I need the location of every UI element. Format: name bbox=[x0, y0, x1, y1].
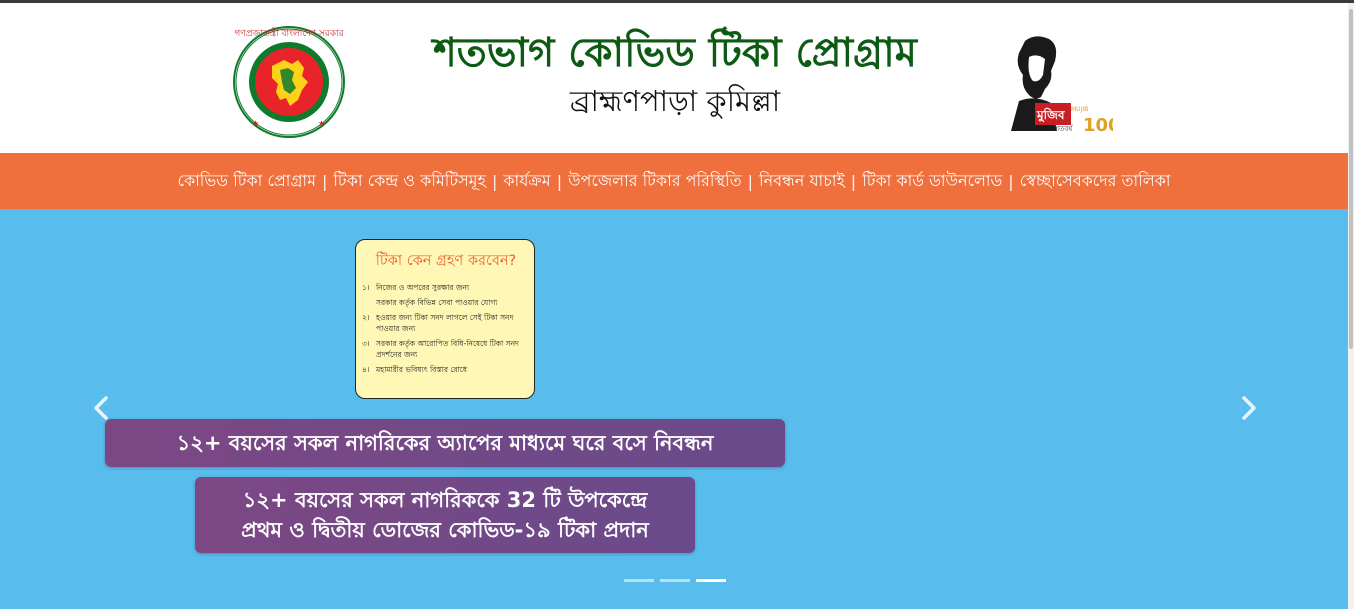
carousel-indicator-3[interactable] bbox=[696, 579, 726, 582]
nav-separator: | bbox=[850, 171, 857, 191]
card-title: টিকা কেন গ্রহণ করবেন? bbox=[375, 253, 517, 269]
nav-item-activities[interactable]: কার্যক্রম bbox=[503, 168, 550, 195]
nav-item-volunteer-list[interactable]: স্বেচ্ছাসেবকদের তালিকা bbox=[1020, 168, 1171, 195]
card-list-item: ২। হওয়ার জন্য টিকা সনদ লাগলে সেই টিকা সন… bbox=[362, 312, 530, 334]
card-item-text: নিজের ও অপরের সুরক্ষার জন্য bbox=[376, 283, 470, 292]
page-title: শতভাগ কোভিড টিকা প্রোগ্রাম bbox=[433, 30, 917, 76]
card-item-text: মহামারীর ভবিষ্যৎ বিস্তার রোধে bbox=[376, 365, 467, 374]
nav-separator: | bbox=[321, 171, 328, 191]
carousel-indicators bbox=[624, 579, 726, 582]
government-seal-icon: গণপ্রজাতন্ত্রী বাংলাদেশ সরকার ★ ★ bbox=[233, 26, 345, 138]
site-header: গণপ্রজাতন্ত্রী বাংলাদেশ সরকার ★ ★ শতভাগ … bbox=[0, 3, 1348, 153]
page-subtitle: ব্রাহ্মণপাড়া কুমিল্লা bbox=[569, 84, 781, 118]
nav-item-vaccine-card-download[interactable]: টিকা কার্ড ডাউনলোড bbox=[862, 168, 1002, 195]
nav-item-upazila-status[interactable]: উপজেলার টিকার পরিস্থিতি bbox=[568, 168, 742, 195]
carousel-indicator-2[interactable] bbox=[660, 579, 690, 582]
scrollbar-thumb[interactable] bbox=[1349, 9, 1353, 349]
card-list-item: ১। নিজের ও অপরের সুরক্ষার জন্য bbox=[362, 282, 530, 293]
caption-line-1: ১২+ বয়সের সকল নাগরিককে 32 টি উপকেন্দ্রে bbox=[242, 488, 648, 512]
nav-separator: | bbox=[491, 171, 498, 191]
hero-carousel: টিকা কেন গ্রহণ করবেন? ১। নিজের ও অপরের সু… bbox=[0, 209, 1348, 609]
svg-text:★: ★ bbox=[252, 119, 259, 128]
main-nav: কোভিড টিকা প্রোগ্রাম | টিকা কেন্দ্র ও কম… bbox=[0, 153, 1348, 209]
card-item-number: ৪। bbox=[362, 365, 370, 374]
mujib-logo-small: MUJIB bbox=[1071, 106, 1088, 113]
card-item-text: সরকার কর্তৃক আরোপিত বিধি-নিষেধে টিকা সনদ… bbox=[376, 339, 519, 359]
slide-caption-registration: ১২+ বয়সের সকল নাগরিকের অ্যাপের মাধ্যমে … bbox=[105, 419, 785, 467]
carousel-indicator-1[interactable] bbox=[624, 579, 654, 582]
card-item-number: ২। bbox=[362, 313, 370, 322]
card-item-text: সরকার কর্তৃক বিভিন্ন সেবা পাওয়ার যোগ্য bbox=[376, 298, 498, 307]
nav-item-vaccine-centers[interactable]: টিকা কেন্দ্র ও কমিটিসমূহ bbox=[333, 168, 486, 195]
card-list-item: ৩। সরকার কর্তৃক আরোপিত বিধি-নিষেধে টিকা স… bbox=[362, 338, 530, 360]
mujib-logo-sub: শতবর্ষ bbox=[1054, 125, 1073, 133]
card-item-number: ১। bbox=[362, 283, 370, 292]
card-item-number: ৩। bbox=[362, 339, 370, 348]
mujib-logo-number: 100 bbox=[1083, 115, 1113, 136]
chevron-left-icon[interactable] bbox=[90, 395, 114, 421]
page-scrollbar[interactable] bbox=[1348, 3, 1354, 609]
card-item-number bbox=[362, 297, 376, 308]
nav-item-covid-vaccine-program[interactable]: কোভিড টিকা প্রোগ্রাম bbox=[177, 168, 316, 195]
nav-item-registration-verify[interactable]: নিবন্ধন যাচাই bbox=[759, 168, 845, 195]
why-vaccinate-card: টিকা কেন গ্রহণ করবেন? ১। নিজের ও অপরের সু… bbox=[355, 239, 535, 399]
chevron-right-icon[interactable] bbox=[1236, 395, 1260, 421]
svg-text:★: ★ bbox=[318, 119, 325, 128]
card-list-item: সরকার কর্তৃক বিভিন্ন সেবা পাওয়ার যোগ্য bbox=[362, 297, 530, 308]
slide-caption-vaccination: ১২+ বয়সের সকল নাগরিককে 32 টি উপকেন্দ্রে… bbox=[195, 477, 695, 553]
nav-separator: | bbox=[556, 171, 563, 191]
mujib-logo-text: মুজিব bbox=[1036, 107, 1066, 124]
card-list-item: ৪। মহামারীর ভবিষ্যৎ বিস্তার রোধে bbox=[362, 364, 530, 375]
mujib-100-logo-icon: মুজিব শতবর্ষ MUJIB 100 bbox=[1011, 36, 1113, 136]
caption-line-2: প্রথম ও দ্বিতীয় ডোজের কোভিড-১৯ টিকা প্র… bbox=[241, 518, 649, 542]
card-item-text: হওয়ার জন্য টিকা সনদ লাগলে সেই টিকা সনদ … bbox=[376, 313, 514, 333]
seal-text: গণপ্রজাতন্ত্রী বাংলাদেশ সরকার bbox=[234, 27, 344, 39]
nav-separator: | bbox=[1008, 171, 1014, 191]
nav-separator: | bbox=[747, 171, 753, 191]
